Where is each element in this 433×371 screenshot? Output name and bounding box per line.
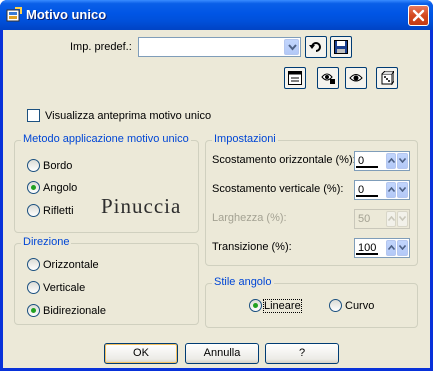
- dialog-window-icon: [288, 71, 302, 85]
- radio-bordo-label[interactable]: Bordo: [43, 160, 72, 172]
- radio-rifletti[interactable]: [27, 204, 40, 217]
- dice-icon: [381, 71, 394, 85]
- chevron-up-icon: [388, 216, 395, 221]
- h-offset-value[interactable]: 0: [358, 155, 364, 167]
- h-offset-label: Scostamento orizzontale (%):: [212, 154, 356, 166]
- chevron-down-icon: [399, 158, 406, 163]
- window-title: Motivo unico: [26, 7, 107, 22]
- chevron-up-icon: [388, 158, 395, 163]
- preview-checkbox[interactable]: [27, 109, 40, 122]
- radio-curvo[interactable]: [329, 299, 342, 312]
- app-icon: [6, 7, 22, 22]
- radio-curvo-label[interactable]: Curvo: [345, 300, 374, 312]
- v-offset-label: Scostamento verticale (%):: [212, 183, 344, 195]
- chevron-up-icon: [388, 245, 395, 250]
- reset-preset-button[interactable]: [305, 36, 327, 58]
- eye-icon: [349, 74, 363, 82]
- reset-icon: [309, 42, 321, 52]
- dialog-window: Motivo unico Imp. predef.: Visualizza an…: [0, 0, 433, 371]
- direction-group-title: Direzione: [21, 236, 72, 248]
- help-button[interactable]: ?: [265, 343, 339, 364]
- radio-orizzontale-label[interactable]: Orizzontale: [43, 259, 99, 271]
- transition-value[interactable]: 100: [358, 242, 376, 254]
- preset-label: Imp. predef.:: [70, 41, 132, 53]
- preset-combo[interactable]: [138, 37, 301, 57]
- direction-group: Direzione: [14, 236, 199, 325]
- floppy-disk-icon: [334, 40, 348, 54]
- preview-on-image-button[interactable]: [345, 67, 367, 89]
- preview-checkbox-label[interactable]: Visualizza anteprima motivo unico: [45, 110, 211, 122]
- radio-verticale-label[interactable]: Verticale: [43, 282, 85, 294]
- chevron-down-icon: [399, 245, 406, 250]
- width-spinner[interactable]: 50: [354, 209, 410, 229]
- transition-label: Transizione (%):: [212, 241, 292, 253]
- radio-bidirezionale[interactable]: [27, 304, 40, 317]
- chevron-down-icon: [399, 216, 406, 221]
- preset-dropdown-button[interactable]: [284, 39, 299, 55]
- radio-angolo[interactable]: [27, 181, 40, 194]
- close-icon: [412, 9, 425, 22]
- ok-button[interactable]: OK: [104, 343, 178, 364]
- h-offset-spinner[interactable]: 0: [354, 151, 410, 171]
- transition-spinner[interactable]: 100: [354, 238, 410, 258]
- proof-toggle-button[interactable]: [284, 67, 306, 89]
- watermark-text: Pinuccia: [101, 194, 182, 218]
- v-offset-value[interactable]: 0: [358, 184, 364, 196]
- title-bar[interactable]: Motivo unico: [0, 0, 433, 30]
- method-group: Metodo applicazione motivo unico: [14, 133, 199, 233]
- corner-style-group-title: Stile angolo: [212, 276, 274, 288]
- chevron-up-icon: [388, 187, 395, 192]
- dialog-body: Imp. predef.: Visualizza anteprima motiv…: [3, 30, 430, 368]
- randomize-button[interactable]: [376, 67, 398, 89]
- close-button[interactable]: [408, 5, 429, 26]
- corner-style-group: Stile angolo: [205, 276, 418, 328]
- chevron-down-icon: [288, 44, 297, 51]
- eye-lock-icon: [321, 73, 335, 84]
- chevron-down-icon: [399, 187, 406, 192]
- radio-verticale[interactable]: [27, 281, 40, 294]
- auto-proof-button[interactable]: [317, 67, 339, 89]
- save-preset-button[interactable]: [330, 36, 352, 58]
- settings-group-title: Impostazioni: [212, 133, 278, 145]
- cancel-button[interactable]: Annulla: [185, 343, 259, 364]
- radio-rifletti-label[interactable]: Rifletti: [43, 205, 74, 217]
- radio-bidirezionale-label[interactable]: Bidirezionale: [43, 305, 106, 317]
- width-label: Larghezza (%):: [212, 212, 287, 224]
- radio-lineare-label[interactable]: Lineare: [263, 299, 302, 313]
- radio-bordo[interactable]: [27, 159, 40, 172]
- v-offset-spinner[interactable]: 0: [354, 180, 410, 200]
- radio-angolo-label[interactable]: Angolo: [43, 182, 77, 194]
- width-value[interactable]: 50: [358, 213, 370, 225]
- radio-orizzontale[interactable]: [27, 258, 40, 271]
- method-group-title: Metodo applicazione motivo unico: [21, 133, 191, 145]
- radio-lineare[interactable]: [249, 299, 262, 312]
